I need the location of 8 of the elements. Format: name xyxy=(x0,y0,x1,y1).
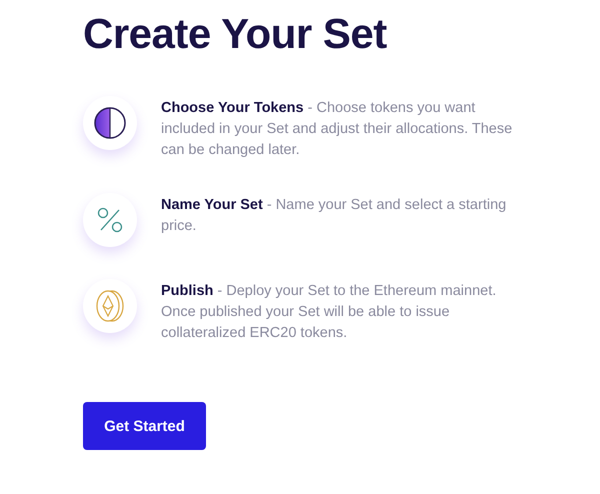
coin-icon xyxy=(95,289,125,323)
half-circle-icon xyxy=(93,106,127,140)
percent-icon xyxy=(97,207,123,233)
page-title: Create Your Set xyxy=(83,9,388,59)
step-description: Choose Your Tokens - Choose tokens you want included in your Set and adjust their allocations. These can be changed later. xyxy=(161,99,514,160)
get-started-button[interactable]: Get Started xyxy=(83,402,206,450)
step-description: Name Your Set - Name your Set and select a starting price. xyxy=(161,196,508,236)
step-description: Publish - Deploy your Set to the Ethereum mainnet. Once published your Set will be able to issue collateralized ERC20 tokens. xyxy=(161,282,498,343)
